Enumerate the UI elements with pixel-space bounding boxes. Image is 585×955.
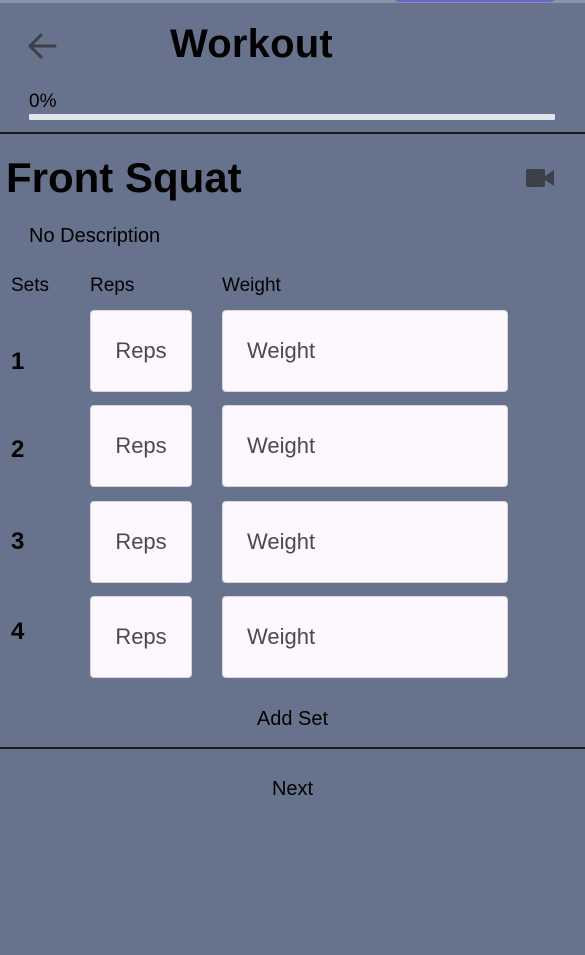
weight-input[interactable] [222,405,508,487]
add-set-button[interactable]: Add Set [0,708,585,731]
set-row: 3 [0,501,585,583]
weight-input[interactable] [222,501,508,583]
back-button[interactable] [22,26,62,66]
column-header-sets: Sets [11,275,50,296]
reps-input[interactable] [90,501,192,583]
footer-divider [0,747,585,749]
weight-input[interactable] [222,310,508,392]
reps-input[interactable] [90,596,192,678]
set-number: 4 [11,618,25,645]
reps-input[interactable] [90,405,192,487]
set-number: 3 [11,528,25,555]
arrow-left-icon [28,33,57,59]
page-title: Workout [170,22,333,66]
progress-bar [29,114,555,120]
header-divider [0,132,585,134]
set-row: 2 [0,405,585,487]
video-button[interactable] [524,164,556,192]
reps-input[interactable] [90,310,192,392]
progress-label: 0% [29,91,57,112]
set-row: 4 [0,596,585,678]
set-number: 1 [11,348,25,375]
header: Workout 0% [0,0,585,133]
exercise-description: No Description [29,225,161,247]
column-header-weight: Weight [222,275,281,296]
exercise-name: Front Squat [6,154,242,201]
column-header-reps: Reps [90,275,135,296]
set-number: 2 [11,436,25,463]
video-camera-icon [526,169,554,187]
set-row: 1 [0,310,585,392]
next-button[interactable]: Next [0,778,585,801]
weight-input[interactable] [222,596,508,678]
